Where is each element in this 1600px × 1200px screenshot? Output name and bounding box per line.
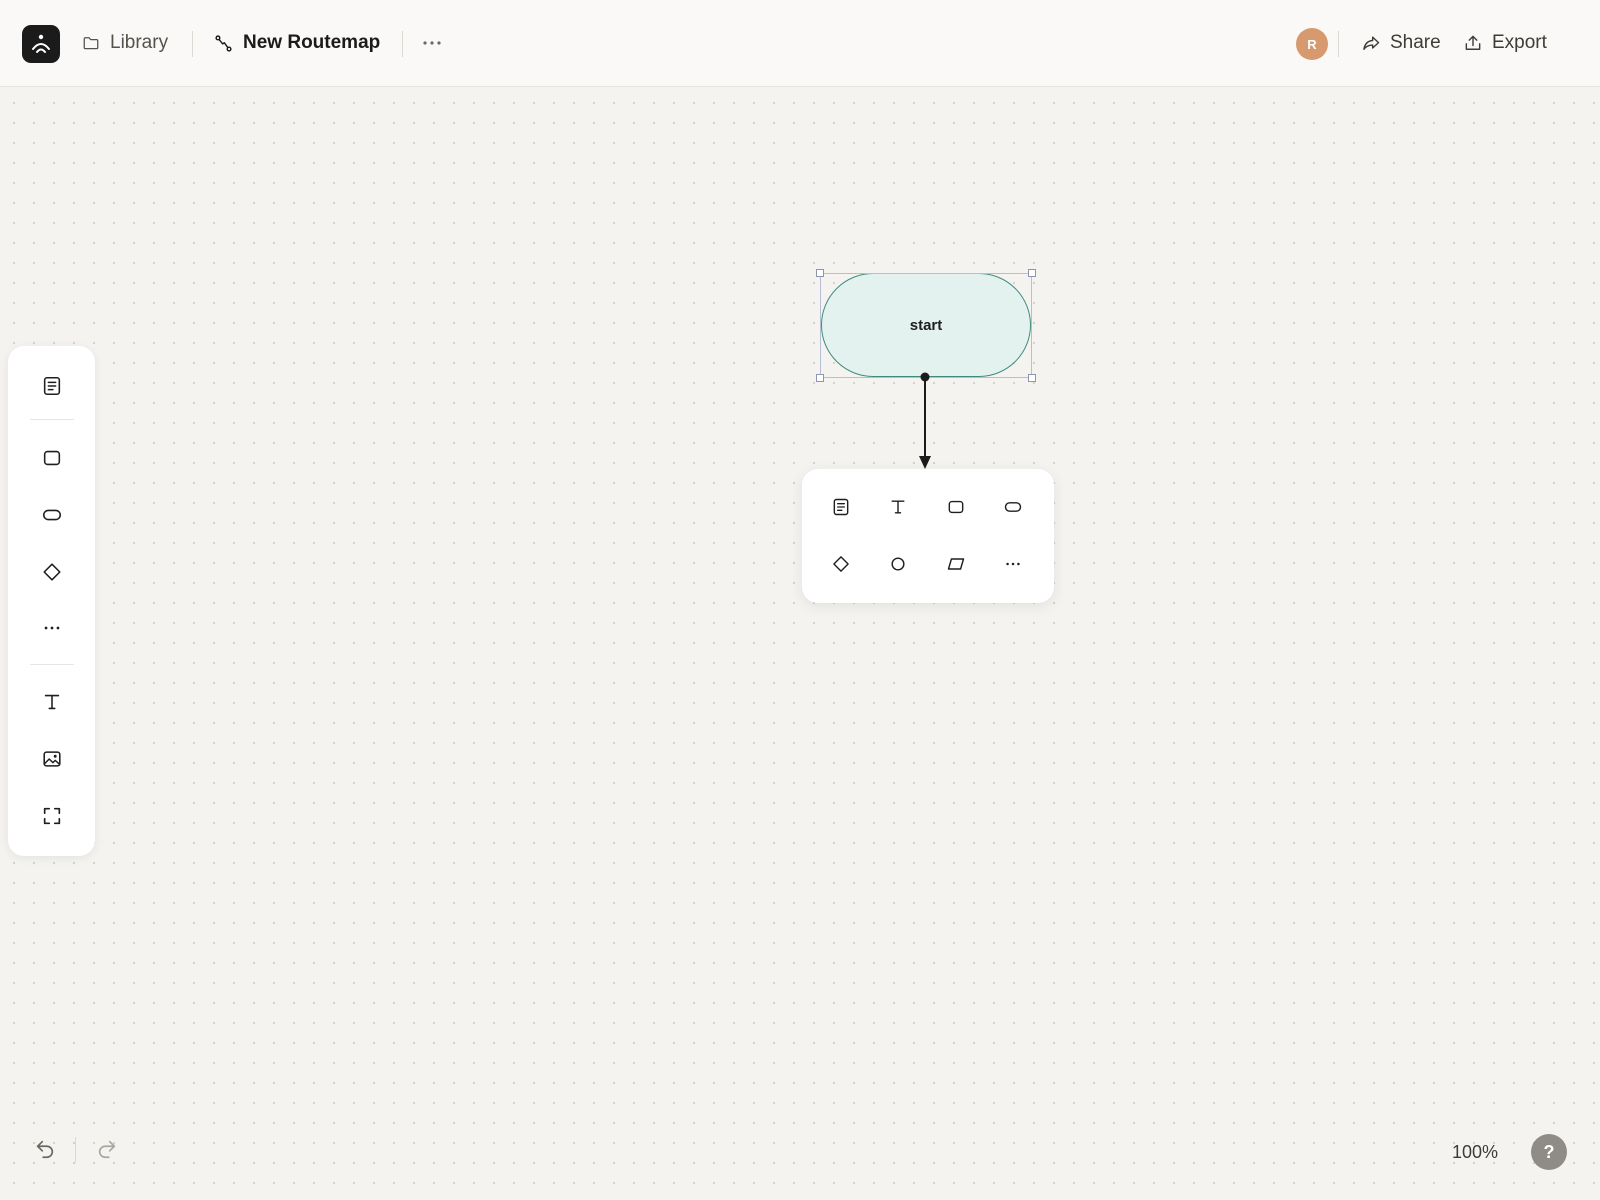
redo-icon <box>98 1140 116 1159</box>
undo-icon <box>36 1140 54 1159</box>
diamond-icon <box>43 563 61 581</box>
resize-handle-bottom-right[interactable] <box>1028 374 1036 382</box>
help-label: ? <box>1543 1141 1555 1162</box>
quick-add-more[interactable] <box>995 546 1031 582</box>
tool-diamond[interactable] <box>34 554 70 590</box>
text-icon <box>891 500 905 514</box>
tool-pill[interactable] <box>34 497 70 533</box>
resize-handle-top-right[interactable] <box>1028 269 1036 277</box>
avatar-initial: R <box>1307 36 1317 52</box>
circle-icon <box>891 557 905 571</box>
zoom-label: 100% <box>1452 1141 1499 1162</box>
quick-add-rectangle[interactable] <box>938 489 974 525</box>
tool-note[interactable] <box>34 368 70 404</box>
quick-add-circle[interactable] <box>880 546 916 582</box>
text-icon <box>44 694 60 710</box>
selection-box <box>820 273 1032 378</box>
parallelogram-icon <box>947 558 965 570</box>
breadcrumb-library[interactable]: Library <box>82 28 168 58</box>
resize-handle-bottom-left[interactable] <box>816 374 824 382</box>
tool-image[interactable] <box>34 741 70 777</box>
image-icon <box>43 751 61 767</box>
note-icon <box>833 498 849 516</box>
divider <box>75 1137 76 1163</box>
canvas[interactable] <box>0 87 1600 1200</box>
divider <box>192 31 193 57</box>
frame-icon <box>43 807 61 825</box>
zoom-level[interactable]: 100% <box>1452 1138 1498 1166</box>
export-label: Export <box>1492 32 1547 53</box>
more-horizontal-icon <box>423 41 441 45</box>
more-icon <box>44 626 60 630</box>
document-title[interactable]: New Routemap <box>214 28 380 58</box>
app-logo-icon <box>32 34 50 53</box>
app-logo[interactable] <box>22 25 60 63</box>
quick-add-note[interactable] <box>823 489 859 525</box>
folder-icon <box>83 37 99 50</box>
tool-text[interactable] <box>34 684 70 720</box>
tool-frame[interactable] <box>34 798 70 834</box>
divider <box>30 419 74 420</box>
tool-panel <box>8 346 95 856</box>
divider <box>30 664 74 665</box>
resize-handle-top-left[interactable] <box>816 269 824 277</box>
export-icon <box>1465 35 1481 50</box>
quick-add-pill[interactable] <box>995 489 1031 525</box>
quick-add-diamond[interactable] <box>823 546 859 582</box>
export-button[interactable]: Export <box>1463 28 1547 58</box>
document-title-label: New Routemap <box>243 32 381 53</box>
quick-add-text[interactable] <box>880 489 916 525</box>
route-icon <box>215 34 232 52</box>
divider <box>1338 31 1339 57</box>
tool-more-shapes[interactable] <box>34 610 70 646</box>
quick-add-popover <box>802 469 1054 603</box>
document-menu-button[interactable] <box>419 28 445 58</box>
tool-rectangle[interactable] <box>34 440 70 476</box>
breadcrumb-library-label: Library <box>110 32 169 53</box>
help-button[interactable]: ? <box>1531 1134 1567 1170</box>
divider <box>402 31 403 57</box>
share-button[interactable]: Share <box>1361 28 1441 58</box>
more-icon <box>1006 562 1020 566</box>
note-icon <box>43 376 61 396</box>
share-label: Share <box>1390 32 1441 53</box>
top-bar: Library New Routemap R Share Export <box>0 0 1600 87</box>
connector-arrow[interactable] <box>911 372 939 472</box>
diamond-icon <box>833 556 849 572</box>
quick-add-parallelogram[interactable] <box>938 546 974 582</box>
avatar[interactable]: R <box>1296 28 1328 60</box>
undo-button[interactable] <box>29 1133 61 1165</box>
rectangle-icon <box>43 450 61 466</box>
redo-button[interactable] <box>91 1133 123 1165</box>
share-icon <box>1363 36 1380 50</box>
rectangle-icon <box>948 500 964 514</box>
pill-icon <box>42 509 62 521</box>
pill-icon <box>1004 502 1022 512</box>
